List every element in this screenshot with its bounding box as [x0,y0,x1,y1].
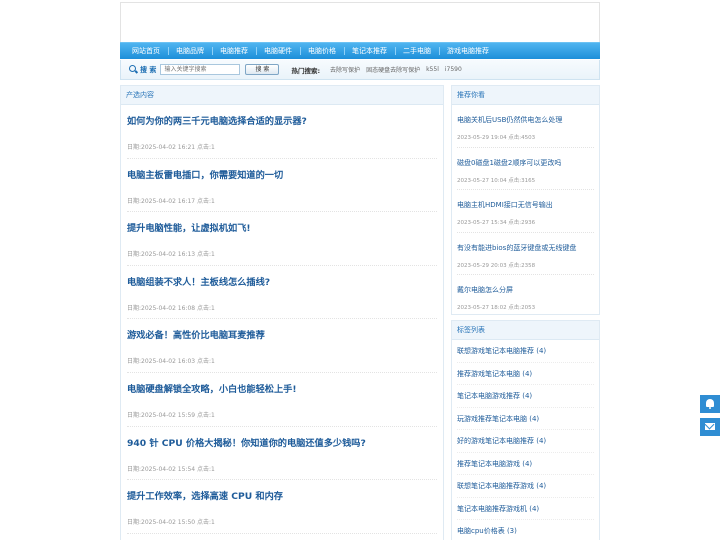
recommend-title-link[interactable]: 电脑主机HDMI接口无信号输出 [457,200,553,210]
article-item: 提升工作效率，选择高速 CPU 和内存 日期:2025-04-02 15:50 … [127,480,437,534]
tag-link[interactable]: 好的游戏笔记本电脑推荐 (4) [457,430,594,453]
hot-search-item[interactable]: 固态硬盘去除写保护 [366,65,420,74]
recommend-title-link[interactable]: 戴尔电脑怎么分屏 [457,285,513,295]
recommend-heading: 推荐你看 [452,86,599,105]
article-meta: 日期:2025-04-02 16:13 点击:1 [127,251,215,259]
hot-search-item[interactable]: k55l [426,66,439,73]
article-meta: 日期:2025-04-02 15:59 点击:1 [127,411,215,419]
header-banner [120,2,600,42]
recommend-panel: 推荐你看 电脑关机后USB仍然供电怎么处理 2023-05-29 19:04 点… [451,85,600,315]
article-item: 游戏必备！高性价比电脑耳麦推荐 日期:2025-04-02 16:03 点击:1 [127,319,437,373]
recommend-title-link[interactable]: 磁盘0磁盘1磁盘2顺序可以更改吗 [457,158,561,168]
recommend-title-link[interactable]: 有没有能进bios的蓝牙键盘或无线键盘 [457,243,576,253]
tag-link[interactable]: 笔记本电脑推荐游戏机 (4) [457,498,594,520]
hot-search-label: 热门搜索: [291,66,321,75]
tag-link[interactable]: 联想笔记本电脑推荐游戏 (4) [457,475,594,498]
mail-icon [705,423,715,430]
tag-link[interactable]: 笔记本电脑游戏推荐 (4) [457,385,594,408]
article-meta: 日期:2025-04-02 15:50 点击:1 [127,519,215,527]
article-title-link[interactable]: 电脑主板雷电插口，你需要知道的一切 [127,167,283,181]
search-button[interactable]: 搜 索 [245,64,280,75]
tag-list-heading: 标签列表 [452,321,599,340]
tag-link[interactable]: 推荐笔记本电脑游戏 (4) [457,453,594,475]
search-label: 搜 索 [140,65,157,74]
article-item: 电脑组装不求人！主板线怎么插线? 日期:2025-04-02 16:08 点击:… [127,266,437,320]
article-item: 电脑主板雷电插口，你需要知道的一切 日期:2025-04-02 16:17 点击… [127,159,437,213]
article-list-heading: 产选内容 [121,86,443,105]
nav-item-brands[interactable]: 电脑品牌 [168,46,212,56]
bell-icon [706,399,714,409]
article-title-link[interactable]: 940 针 CPU 价格大揭秘！你知道你的电脑还值多少钱吗? [127,435,366,449]
tag-link[interactable]: 电脑cpu价格表 (3) [457,520,594,540]
recommend-item: 电脑关机后USB仍然供电怎么处理 2023-05-29 19:04 点击:450… [457,105,594,148]
nav-item-laptop[interactable]: 笔记本推荐 [344,46,395,56]
search-bar: 搜 索 搜 索 热门搜索: 去除写保护 固态硬盘去除写保护 k55l i7590 [120,60,600,80]
article-meta: 日期:2025-04-02 16:03 点击:1 [127,358,215,366]
recommend-item: 磁盘0磁盘1磁盘2顺序可以更改吗 2023-05-27 10:04 点击:316… [457,148,594,191]
nav-item-price[interactable]: 电脑价格 [300,46,344,56]
tag-link[interactable]: 玩游戏推荐笔记本电脑 (4) [457,408,594,430]
recommend-item: 电脑主机HDMI接口无信号输出 2023-05-27 15:34 点击:2936 [457,190,594,233]
recommend-meta: 2023-05-27 10:04 点击:3165 [457,177,536,184]
nav-item-hardware[interactable]: 电脑硬件 [256,46,300,56]
recommend-item: 戴尔电脑怎么分屏 2023-05-27 18:02 点击:2053 [457,275,594,318]
nav-item-gaming[interactable]: 游戏电脑推荐 [439,46,497,56]
tag-link[interactable]: 推荐游戏笔记本电脑 (4) [457,363,594,385]
article-list-panel: 产选内容 如何为你的两三千元电脑选择合适的显示器? 日期:2025-04-02 … [120,85,444,540]
nav-item-home[interactable]: 网站首页 [124,46,168,56]
article-title-link[interactable]: 如何为你的两三千元电脑选择合适的显示器? [127,113,307,127]
nav-item-used[interactable]: 二手电脑 [395,46,439,56]
article-meta: 日期:2025-04-02 15:54 点击:1 [127,465,215,473]
search-input[interactable] [160,64,241,75]
article-title-link[interactable]: 电脑硬盘解锁全攻略，小白也能轻松上手! [127,381,297,395]
nav-item-recommend[interactable]: 电脑推荐 [212,46,256,56]
article-item: 电脑硬盘解锁全攻略，小白也能轻松上手! 日期:2025-04-02 15:59 … [127,373,437,427]
search-icon [129,65,138,74]
recommend-meta: 2023-05-29 19:04 点击:4503 [457,135,536,141]
recommend-item: 有没有能进bios的蓝牙键盘或无线键盘 2023-05-29 20:03 点击:… [457,233,594,276]
article-meta: 日期:2025-04-02 16:17 点击:1 [127,197,215,205]
tag-list-panel: 标签列表 联想游戏笔记本电脑推荐 (4) 推荐游戏笔记本电脑 (4) 笔记本电脑… [451,320,600,540]
recommend-meta: 2023-05-27 18:02 点击:2053 [457,305,536,312]
article-title-link[interactable]: 游戏必备！高性价比电脑耳麦推荐 [127,327,265,341]
article-meta: 日期:2025-04-02 16:21 点击:1 [127,144,215,151]
main-nav: 网站首页 电脑品牌 电脑推荐 电脑硬件 电脑价格 笔记本推荐 二手电脑 游戏电脑… [120,42,600,59]
article-title-link[interactable]: 提升电脑性能，让虚拟机如飞! [127,220,251,234]
article-title-link[interactable]: 电脑组装不求人！主板线怎么插线? [127,274,270,288]
float-notify-button[interactable] [700,395,720,413]
recommend-meta: 2023-05-27 15:34 点击:2936 [457,220,536,227]
hot-search-item[interactable]: i7590 [445,66,462,73]
hot-search-item[interactable]: 去除写保护 [330,65,360,74]
article-title-link[interactable]: 提升工作效率，选择高速 CPU 和内存 [127,488,283,502]
recommend-title-link[interactable]: 电脑关机后USB仍然供电怎么处理 [457,115,562,125]
recommend-meta: 2023-05-29 20:03 点击:2358 [457,262,536,269]
article-item: 提升电脑性能，让虚拟机如飞! 日期:2025-04-02 16:13 点击:1 [127,212,437,266]
article-item: 940 针 CPU 价格大揭秘！你知道你的电脑还值多少钱吗? 日期:2025-0… [127,427,437,481]
article-meta: 日期:2025-04-02 16:08 点击:1 [127,304,215,312]
float-mail-button[interactable] [700,418,720,436]
article-item: 如何为你的两三千元电脑选择合适的显示器? 日期:2025-04-02 16:21… [127,105,437,159]
tag-link[interactable]: 联想游戏笔记本电脑推荐 (4) [457,340,594,363]
